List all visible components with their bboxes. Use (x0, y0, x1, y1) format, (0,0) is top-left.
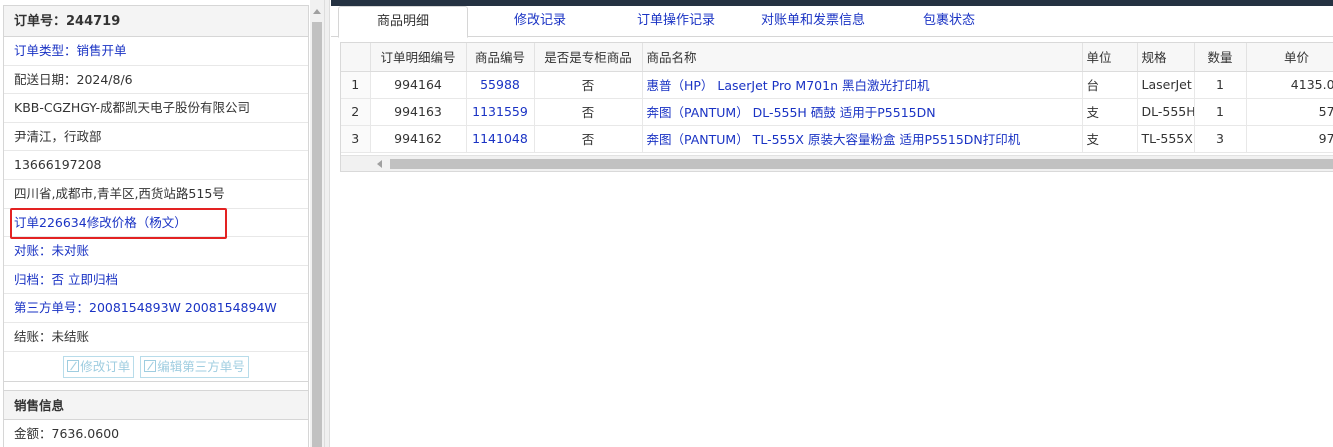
product-name-link[interactable]: 奔图（PANTUM） TL-555X 原装大容量粉盒 适用P5515DN打印机 (642, 125, 1083, 153)
product-id-link[interactable]: 1141048 (466, 125, 535, 153)
col-header-product-id[interactable]: 商品编号 (466, 43, 535, 72)
row-number: 2 (341, 98, 371, 126)
unit-cell: 支 (1082, 125, 1138, 153)
tab-operation-log[interactable]: 订单操作记录 (616, 6, 736, 37)
customer-company: KBB-CGZHGY-成都凯天电子股份有限公司 (4, 94, 308, 123)
product-id-link[interactable]: 1131559 (466, 98, 535, 126)
qty-cell: 1 (1194, 71, 1247, 99)
col-header-spec[interactable]: 规格 (1137, 43, 1195, 72)
product-name-link[interactable]: 惠普（HP） LaserJet Pro M701n 黑白激光打印机 (642, 71, 1083, 99)
edit-icon (144, 360, 157, 373)
order-info-box: 订单号：244719 订单类型：销售开单 配送日期：2024/8/6 KBB-C… (3, 5, 309, 447)
product-detail-grid: 订单明细编号 商品编号 是否是专柜商品 商品名称 单位 规格 数量 单价 1 9… (340, 42, 1333, 172)
counter-cell: 否 (534, 125, 643, 153)
order-type-link[interactable]: 订单类型：销售开单 (4, 37, 308, 66)
scroll-left-arrow-icon[interactable] (377, 160, 382, 168)
col-header-qty[interactable]: 数量 (1194, 43, 1247, 72)
hscrollbar-thumb[interactable] (390, 159, 1333, 169)
col-header-price[interactable]: 单价 (1246, 43, 1333, 72)
third-party-label: 第三方单号： (14, 300, 90, 316)
row-number: 1 (341, 71, 371, 99)
order-number-title: 订单号：244719 (4, 6, 308, 37)
price-cell: 4135.06 (1246, 71, 1333, 99)
col-header-product-name[interactable]: 商品名称 (642, 43, 1083, 72)
edit-order-label: 修改订单 (80, 359, 131, 375)
tab-change-log[interactable]: 修改记录 (481, 6, 599, 37)
price-cell: 570 (1246, 98, 1333, 126)
contact-phone: 13666197208 (4, 151, 308, 180)
product-id-link[interactable]: 55988 (466, 71, 535, 99)
panel-splitter[interactable] (324, 0, 330, 447)
product-name-link[interactable]: 奔图（PANTUM） DL-555H 硒鼓 适用于P5515DN (642, 98, 1083, 126)
tab-package-status[interactable]: 包裹状态 (903, 6, 995, 37)
archive-label: 归档： (14, 271, 52, 287)
archive-status: 归档：否 立即归档 (4, 266, 308, 295)
reconcile-value[interactable]: 未对账 (52, 243, 90, 258)
sales-amount: 金额：7636.0600 (4, 420, 308, 447)
delivery-address: 四川省,成都市,青羊区,西货站路515号 (4, 180, 308, 209)
table-row[interactable]: 1 994164 55988 否 惠普（HP） LaserJet Pro M70… (341, 71, 1333, 99)
edit-order-button[interactable]: 修改订单 (63, 356, 135, 379)
col-header-detail-id[interactable]: 订单明细编号 (370, 43, 467, 72)
tab-bar: 商品明细 修改记录 订单操作记录 对账单和发票信息 包裹状态 (331, 6, 1333, 38)
detail-area: 商品明细 修改记录 订单操作记录 对账单和发票信息 包裹状态 订单明细编号 商品… (331, 0, 1333, 447)
tab-product-details[interactable]: 商品明细 (338, 6, 468, 38)
scroll-up-arrow-icon[interactable] (313, 9, 321, 14)
unit-cell: 支 (1082, 98, 1138, 126)
col-header-rownum (341, 43, 371, 72)
price-cell: 977 (1246, 125, 1333, 153)
col-header-counter[interactable]: 是否是专柜商品 (534, 43, 643, 72)
sales-info-title: 销售信息 (4, 389, 308, 420)
horizontal-scrollbar[interactable] (341, 155, 1333, 171)
table-row[interactable]: 2 994163 1131559 否 奔图（PANTUM） DL-555H 硒鼓… (341, 98, 1333, 126)
qty-cell: 1 (1194, 98, 1247, 126)
delivery-date: 配送日期：2024/8/6 (4, 66, 308, 95)
reconcile-label: 对账： (14, 243, 52, 259)
col-header-unit[interactable]: 单位 (1082, 43, 1138, 72)
spec-cell: DL-555H (1137, 98, 1195, 126)
qty-cell: 3 (1194, 125, 1247, 153)
counter-cell: 否 (534, 98, 643, 126)
settle-value: 未结账 (51, 328, 90, 344)
settle-label: 结账： (14, 328, 52, 344)
third-party-numbers: 第三方单号：2008154893W 2008154894W (4, 294, 308, 323)
settle-status: 结账：未结账 (4, 323, 308, 352)
edit-icon (67, 360, 80, 373)
reconcile-status: 对账：未对账 (4, 237, 308, 266)
vertical-scrollbar[interactable] (310, 0, 324, 447)
row-number: 3 (341, 125, 371, 153)
third-party-value: 2008154893W 2008154894W (89, 300, 277, 316)
detail-id-cell: 994163 (370, 98, 467, 126)
scrollbar-thumb[interactable] (312, 22, 322, 447)
grid-header-row: 订单明细编号 商品编号 是否是专柜商品 商品名称 单位 规格 数量 单价 (341, 43, 1333, 72)
archive-now-link[interactable]: 否 立即归档 (52, 272, 118, 287)
order-action-buttons: 修改订单 编辑第三方单号 (4, 352, 308, 382)
contact-person: 尹清江，行政部 (4, 123, 308, 152)
counter-cell: 否 (534, 71, 643, 99)
edit-third-party-label: 编辑第三方单号 (157, 359, 245, 375)
spec-cell: TL-555X (1137, 125, 1195, 153)
unit-cell: 台 (1082, 71, 1138, 99)
table-row[interactable]: 3 994162 1141048 否 奔图（PANTUM） TL-555X 原装… (341, 125, 1333, 153)
detail-id-cell: 994164 (370, 71, 467, 99)
spec-cell: LaserJet (1137, 71, 1195, 99)
detail-id-cell: 994162 (370, 125, 467, 153)
tab-statement-invoice[interactable]: 对账单和发票信息 (749, 6, 877, 37)
order-info-panel: 订单号：244719 订单类型：销售开单 配送日期：2024/8/6 KBB-C… (0, 0, 324, 447)
price-change-link[interactable]: 订单226634修改价格（杨文） (4, 209, 308, 238)
edit-third-party-button[interactable]: 编辑第三方单号 (140, 356, 249, 379)
